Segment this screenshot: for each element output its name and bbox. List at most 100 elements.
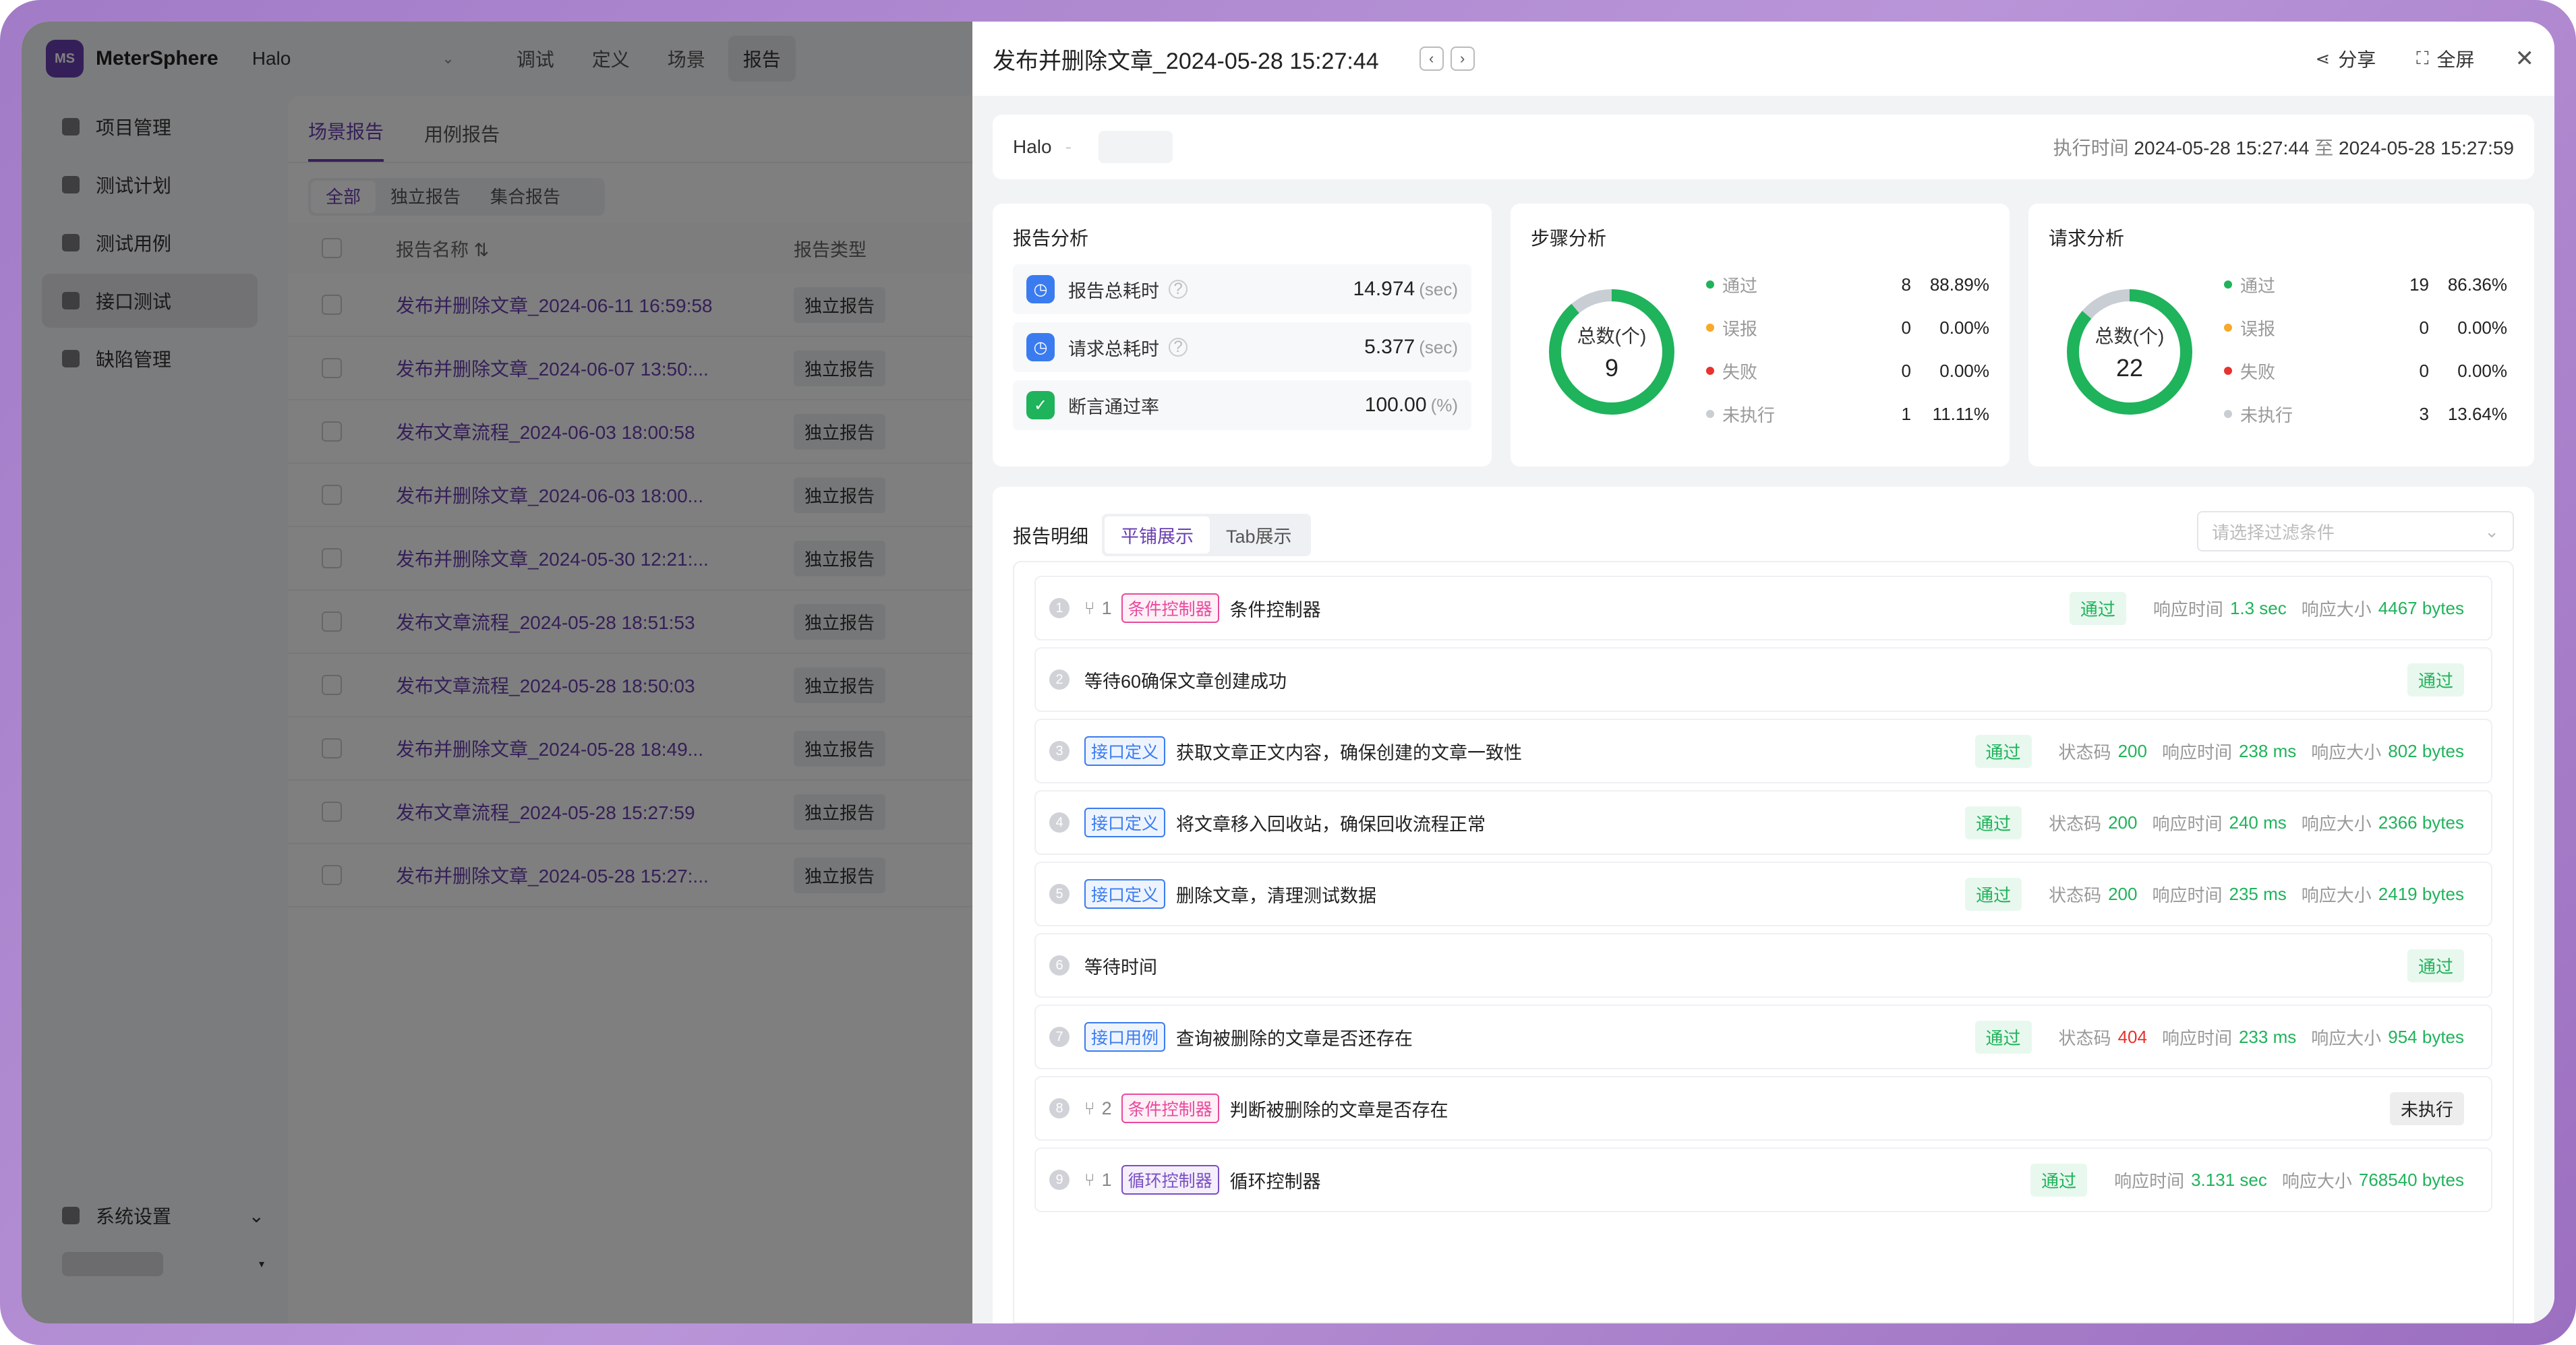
metric-assertion-pass-rate: ✓ 断言通过率 100.00 (%) [1013,380,1471,430]
status-code-value: 200 [2108,812,2138,833]
report-analysis-card: 报告分析 ◷ 报告总耗时 ? 14.974 (sec) ◷ 请求总耗时 ? 5.… [993,204,1492,467]
executor-avatar [1098,131,1173,163]
clock-icon: ◷ [1026,333,1055,361]
response-size-label: 响应大小 [2281,1170,2352,1191]
legend-dot [1706,410,1714,418]
step-total: 总数(个) 9 [1544,285,1679,419]
step-number: 6 [1049,955,1070,976]
exec-label: 执行时间 [2053,138,2129,158]
legend-row: 失败 0 0.00% [2224,349,2507,392]
metric-label: 请求总耗时 [1068,338,1159,359]
step-item[interactable]: 2 等待60确保文章创建成功 通过 [1034,647,2492,712]
screen: MS MeterSphere Halo ⌄ 调试 定义 场景 报告 项目管理 测… [22,22,2554,1323]
step-number: 7 [1049,1027,1070,1047]
step-number: 2 [1049,669,1070,690]
branch-icon: ⑂ [1084,1098,1095,1118]
status-code-label: 状态码 [2058,1027,2111,1048]
step-status-badge: 通过 [2407,663,2464,696]
legend-count: 0 [2419,360,2429,381]
branch-icon: ⑂ [1084,597,1095,618]
response-time-value: 3.131 sec [2191,1169,2267,1190]
step-item[interactable]: 7 接口用例 查询被删除的文章是否还存在 通过 状态码 404 响应时间 233 ms 响应大小… [1034,1005,2492,1069]
response-size-label: 响应大小 [2301,599,2372,620]
prev-report-button[interactable]: ‹ [1419,47,1444,71]
step-item[interactable]: 3 接口定义 获取文章正文内容，确保创建的文章一致性 通过 状态码 200 响应时间 238 … [1034,719,2492,783]
step-item[interactable]: 4 接口定义 将文章移入回收站，确保回收流程正常 通过 状态码 200 响应时间 240 ms… [1034,790,2492,855]
legend-dot [1706,324,1714,332]
response-size-value: 802 bytes [2388,740,2464,761]
step-item[interactable]: 6 等待时间 通过 [1034,933,2492,998]
legend-percent: 0.00% [1939,360,1989,381]
modal-overlay[interactable] [22,22,972,1323]
step-number: 9 [1049,1170,1070,1190]
step-item[interactable]: 8 ⑂ 2 条件控制器 判断被删除的文章是否存在 未执行 [1034,1076,2492,1141]
response-time-label: 响应时间 [2161,1027,2232,1048]
legend-count: 0 [2419,317,2429,338]
legend-row: 通过 8 88.89% [1706,263,1989,306]
legend-row: 未执行 3 13.64% [2224,392,2507,436]
legend-name: 误报 [2240,318,2276,339]
metric-request-duration: ◷ 请求总耗时 ? 5.377 (sec) [1013,322,1471,372]
help-icon[interactable]: ? [1169,280,1188,299]
response-time-label: 响应时间 [2114,1170,2185,1191]
legend-row: 通过 19 86.36% [2224,263,2507,306]
response-size-value: 768540 bytes [2358,1169,2464,1190]
detail-title: 报告明细 [1013,525,1089,547]
step-name: 条件控制器 [1229,599,1321,620]
request-analysis-card: 请求分析 总数(个) 22 通过 19 86.36% 误报 0 0.00% 失败 0 0.00%… [2028,204,2534,467]
step-type-tag: 接口定义 [1084,736,1166,766]
report-info-bar: Halo - 执行时间 2024-05-28 15:27:44 至 2024-0… [993,115,2534,179]
metric-label: 断言通过率 [1068,396,1159,417]
response-size-label: 响应大小 [2301,885,2372,905]
step-name: 删除文章，清理测试数据 [1176,885,1377,906]
step-analysis-title: 步骤分析 [1531,228,1607,249]
close-icon[interactable]: ✕ [2515,45,2535,72]
status-code-value: 200 [2117,740,2147,761]
step-type-tag: 接口定义 [1084,879,1166,909]
step-item[interactable]: 9 ⑂ 1 循环控制器 循环控制器 通过 响应时间 3.131 sec 响应大小 768540 b… [1034,1147,2492,1212]
drawer-actions: ⋖ 分享 ⛶ 全屏 ✕ [2275,45,2534,72]
step-item[interactable]: 1 ⑂ 1 条件控制器 条件控制器 通过 响应时间 1.3 sec 响应大小 4467 bytes [1034,576,2492,640]
legend-name: 失败 [2240,361,2276,382]
view-toggle: 平铺展示 Tab展示 [1102,514,1311,556]
step-result: 通过 响应时间 3.131 sec 响应大小 768540 bytes [2030,1163,2464,1197]
legend-name: 失败 [1722,361,1758,382]
view-tile-button[interactable]: 平铺展示 [1105,516,1210,554]
filter-select[interactable]: 请选择过滤条件 ⌄ [2197,511,2514,551]
share-button[interactable]: ⋖ 分享 [2315,45,2376,72]
legend-percent: 0.00% [1939,317,1989,338]
response-time-value: 1.3 sec [2229,597,2287,618]
metric-label: 报告总耗时 [1068,280,1159,301]
step-status-badge: 未执行 [2389,1092,2464,1125]
status-code-label: 状态码 [2058,742,2111,763]
response-time-value: 240 ms [2229,812,2287,833]
report-detail-card: 报告明细 平铺展示 Tab展示 请选择过滤条件 ⌄ 1 ⑂ 1 条件控制器 条件控制器通… [993,487,2534,1323]
legend-percent: 13.64% [2447,403,2507,424]
fullscreen-button[interactable]: ⛶ 全屏 [2416,45,2474,72]
step-number: 5 [1049,884,1070,904]
view-tab-button[interactable]: Tab展示 [1210,516,1308,554]
status-code-value: 404 [2117,1026,2147,1047]
execution-time: 执行时间 2024-05-28 15:27:44 至 2024-05-28 15… [2053,133,2514,160]
help-icon[interactable]: ? [1169,338,1188,357]
filter-placeholder: 请选择过滤条件 [2212,522,2335,543]
step-name: 获取文章正文内容，确保创建的文章一致性 [1176,742,1523,763]
request-total: 总数(个) 22 [2062,285,2197,419]
step-name: 等待时间 [1084,957,1157,978]
step-type-tag: 条件控制器 [1121,593,1219,623]
drawer-title: 发布并删除文章_2024-05-28 15:27:44 [993,48,1379,74]
step-number: 4 [1049,812,1070,833]
next-report-button[interactable]: › [1450,47,1475,71]
response-size-value: 954 bytes [2388,1026,2464,1047]
metric-unit: (%) [1430,394,1458,415]
metric-unit: (sec) [1419,336,1458,357]
legend-count: 0 [1901,360,1911,381]
step-item[interactable]: 5 接口定义 删除文章，清理测试数据 通过 状态码 200 响应时间 235 ms 响应大小 24… [1034,862,2492,926]
step-analysis-card: 步骤分析 总数(个) 9 通过 8 88.89% 误报 0 0.00% 失败 0 0.00% 未执… [1511,204,2010,467]
legend-row: 误报 0 0.00% [1706,306,1989,349]
legend-count: 0 [1901,317,1911,338]
report-drawer: 发布并删除文章_2024-05-28 15:27:44 ‹ › ⋖ 分享 ⛶ 全屏 … [972,22,2554,1323]
response-time-label: 响应时间 [2161,742,2232,763]
branch-icon: ⑂ [1084,1169,1095,1190]
legend-row: 误报 0 0.00% [2224,306,2507,349]
